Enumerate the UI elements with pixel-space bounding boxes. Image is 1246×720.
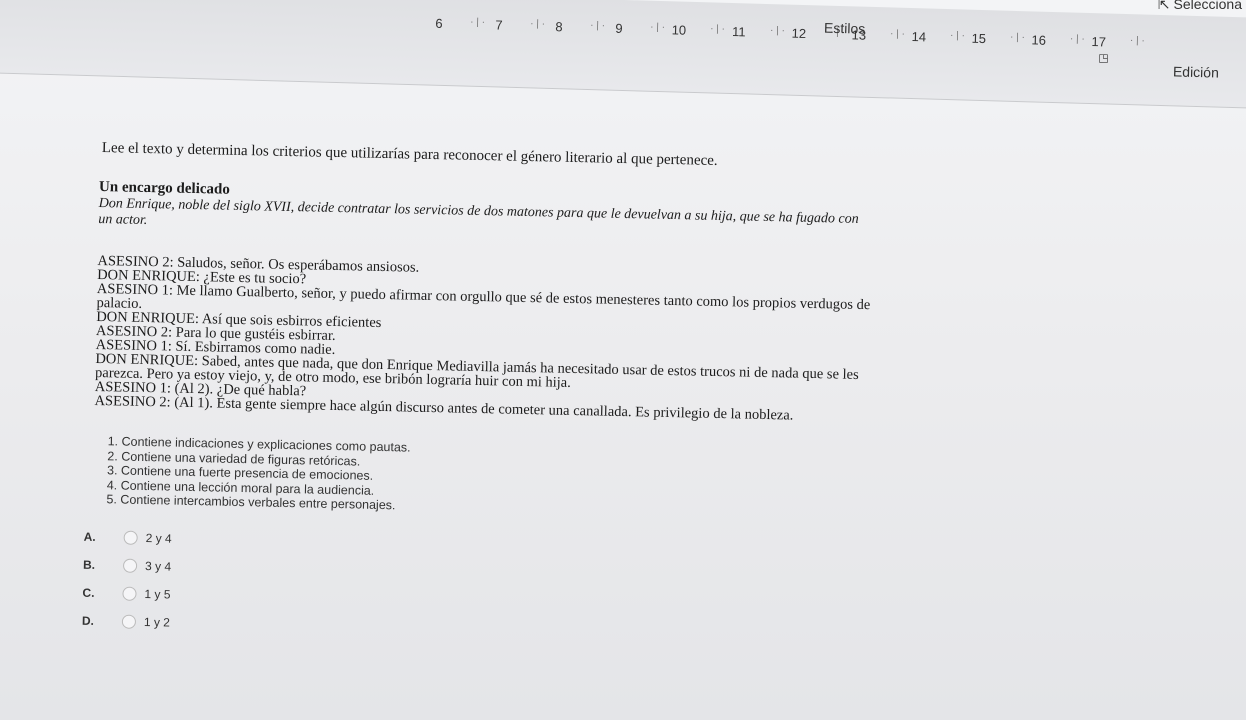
option-text: 1 y 2 bbox=[143, 614, 171, 630]
screen: 6 7 8 9 10 11 12 13 14 15 16 17 Estilos … bbox=[0, 0, 1246, 720]
ruler-number: 11 bbox=[709, 23, 769, 40]
option-text: 2 y 4 bbox=[145, 530, 172, 546]
radio-button[interactable] bbox=[122, 558, 138, 573]
ruler-number: 16 bbox=[1009, 31, 1069, 48]
ruler-number: 14 bbox=[889, 28, 949, 45]
answer-options: A. 2 y 4 B. 3 y 4 C. 1 y 5 D. 1 y 2 bbox=[82, 522, 1112, 656]
select-button[interactable]: ⇱ Selecciona bbox=[1158, 0, 1242, 13]
instruction-text: Lee el texto y determina los criterios q… bbox=[101, 140, 718, 169]
radio-button[interactable] bbox=[123, 530, 138, 545]
option-letter: D. bbox=[81, 613, 95, 628]
editing-group-label[interactable]: Edición bbox=[1173, 63, 1219, 80]
styles-group-label[interactable]: Estilos bbox=[824, 20, 866, 37]
radio-button[interactable] bbox=[122, 586, 137, 601]
option-letter: A. bbox=[83, 529, 96, 544]
ruler-number: 8 bbox=[529, 18, 589, 35]
ruler-number: 10 bbox=[649, 21, 709, 38]
cursor-select-icon: ⇱ bbox=[1157, 0, 1170, 12]
ruler-number: 9 bbox=[589, 20, 649, 37]
intro-line: un actor. bbox=[98, 211, 148, 229]
ruler-number: 6 bbox=[409, 14, 469, 31]
criteria-list: 1. Contiene indicaciones y explicaciones… bbox=[106, 434, 1113, 528]
ruler-number: 7 bbox=[469, 16, 529, 33]
radio-button[interactable] bbox=[121, 614, 137, 629]
document-page[interactable]: Lee el texto y determina los criterios q… bbox=[0, 90, 1246, 720]
option-text: 1 y 5 bbox=[144, 586, 171, 602]
document-body: Lee el texto y determina los criterios q… bbox=[82, 140, 1120, 656]
option-text: 3 y 4 bbox=[144, 558, 172, 574]
styles-dialog-launcher-icon[interactable]: ◳ bbox=[1098, 51, 1109, 64]
ruler-number: 17 bbox=[1069, 33, 1129, 50]
option-letter: B. bbox=[82, 557, 96, 572]
ruler-number: 12 bbox=[769, 25, 829, 42]
option-letter: C. bbox=[82, 585, 95, 600]
ruler-number: 15 bbox=[949, 30, 1009, 47]
dialog-block: ASESINO 2: Saludos, señor. Os esperábamo… bbox=[94, 253, 1117, 429]
select-label: Selecciona bbox=[1173, 0, 1243, 12]
